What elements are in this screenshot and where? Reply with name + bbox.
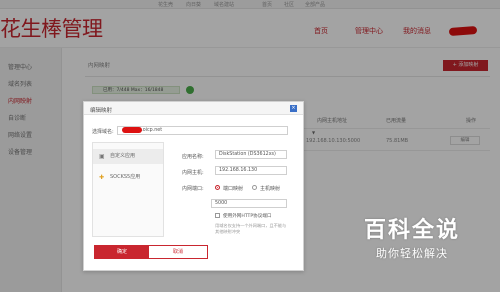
tab-custom-app[interactable]: ▣ 自定义应用: [93, 149, 163, 164]
host-mapping-radio[interactable]: [252, 185, 257, 190]
plus-icon: ✚: [99, 174, 105, 181]
host-label: 内网主机:: [182, 170, 204, 176]
https-port-label: 使用外网HTTP协议端口: [223, 214, 272, 219]
app-name-label: 应用名称:: [182, 154, 204, 160]
watermark: 百科全说 助你轻松解决: [353, 212, 471, 264]
watermark-title: 百科全说: [363, 218, 460, 243]
confirm-button[interactable]: 确定: [94, 245, 150, 259]
domain-select[interactable]: test.oicp.net ▼: [117, 126, 315, 135]
dialog-header: 编辑映射 ×: [84, 102, 303, 115]
https-port-checkbox[interactable]: [215, 213, 220, 218]
port-input[interactable]: 5000: [211, 199, 287, 208]
edit-mapping-dialog: 编辑映射 × 选择域名: test.oicp.net ▼ ▣ 自定义应用 ✚ S…: [83, 101, 315, 271]
dialog-title: 编辑映射: [90, 108, 113, 114]
app-icon: ▣: [99, 153, 105, 160]
redacted-domain-mark: [122, 127, 142, 133]
tab-label: SOCKS5应用: [110, 174, 141, 180]
host-mapping-label: 主机映射: [260, 186, 281, 192]
tab-socks5-app[interactable]: ✚ SOCKS5应用: [93, 170, 163, 185]
port-label: 内网端口:: [182, 186, 204, 192]
watermark-subtitle: 助你轻松解决: [376, 247, 448, 260]
domain-label: 选择域名:: [92, 129, 114, 135]
close-icon[interactable]: ×: [290, 105, 297, 112]
chevron-down-icon: ▼: [312, 130, 316, 135]
host-input[interactable]: 192.168.16.130: [215, 166, 287, 175]
port-mapping-label: 端口映射: [223, 186, 244, 192]
port-mapping-radio[interactable]: [215, 185, 220, 190]
app-type-list: ▣ 自定义应用 ✚ SOCKS5应用: [92, 142, 164, 237]
port-hint: 用域名仅支持一个外网端口，且不能与其他映射冲突: [215, 223, 287, 234]
app-name-input[interactable]: DiskStation (DS3612xs): [215, 150, 287, 159]
tab-label: 自定义应用: [110, 153, 136, 159]
cancel-button[interactable]: 取消: [148, 245, 208, 259]
